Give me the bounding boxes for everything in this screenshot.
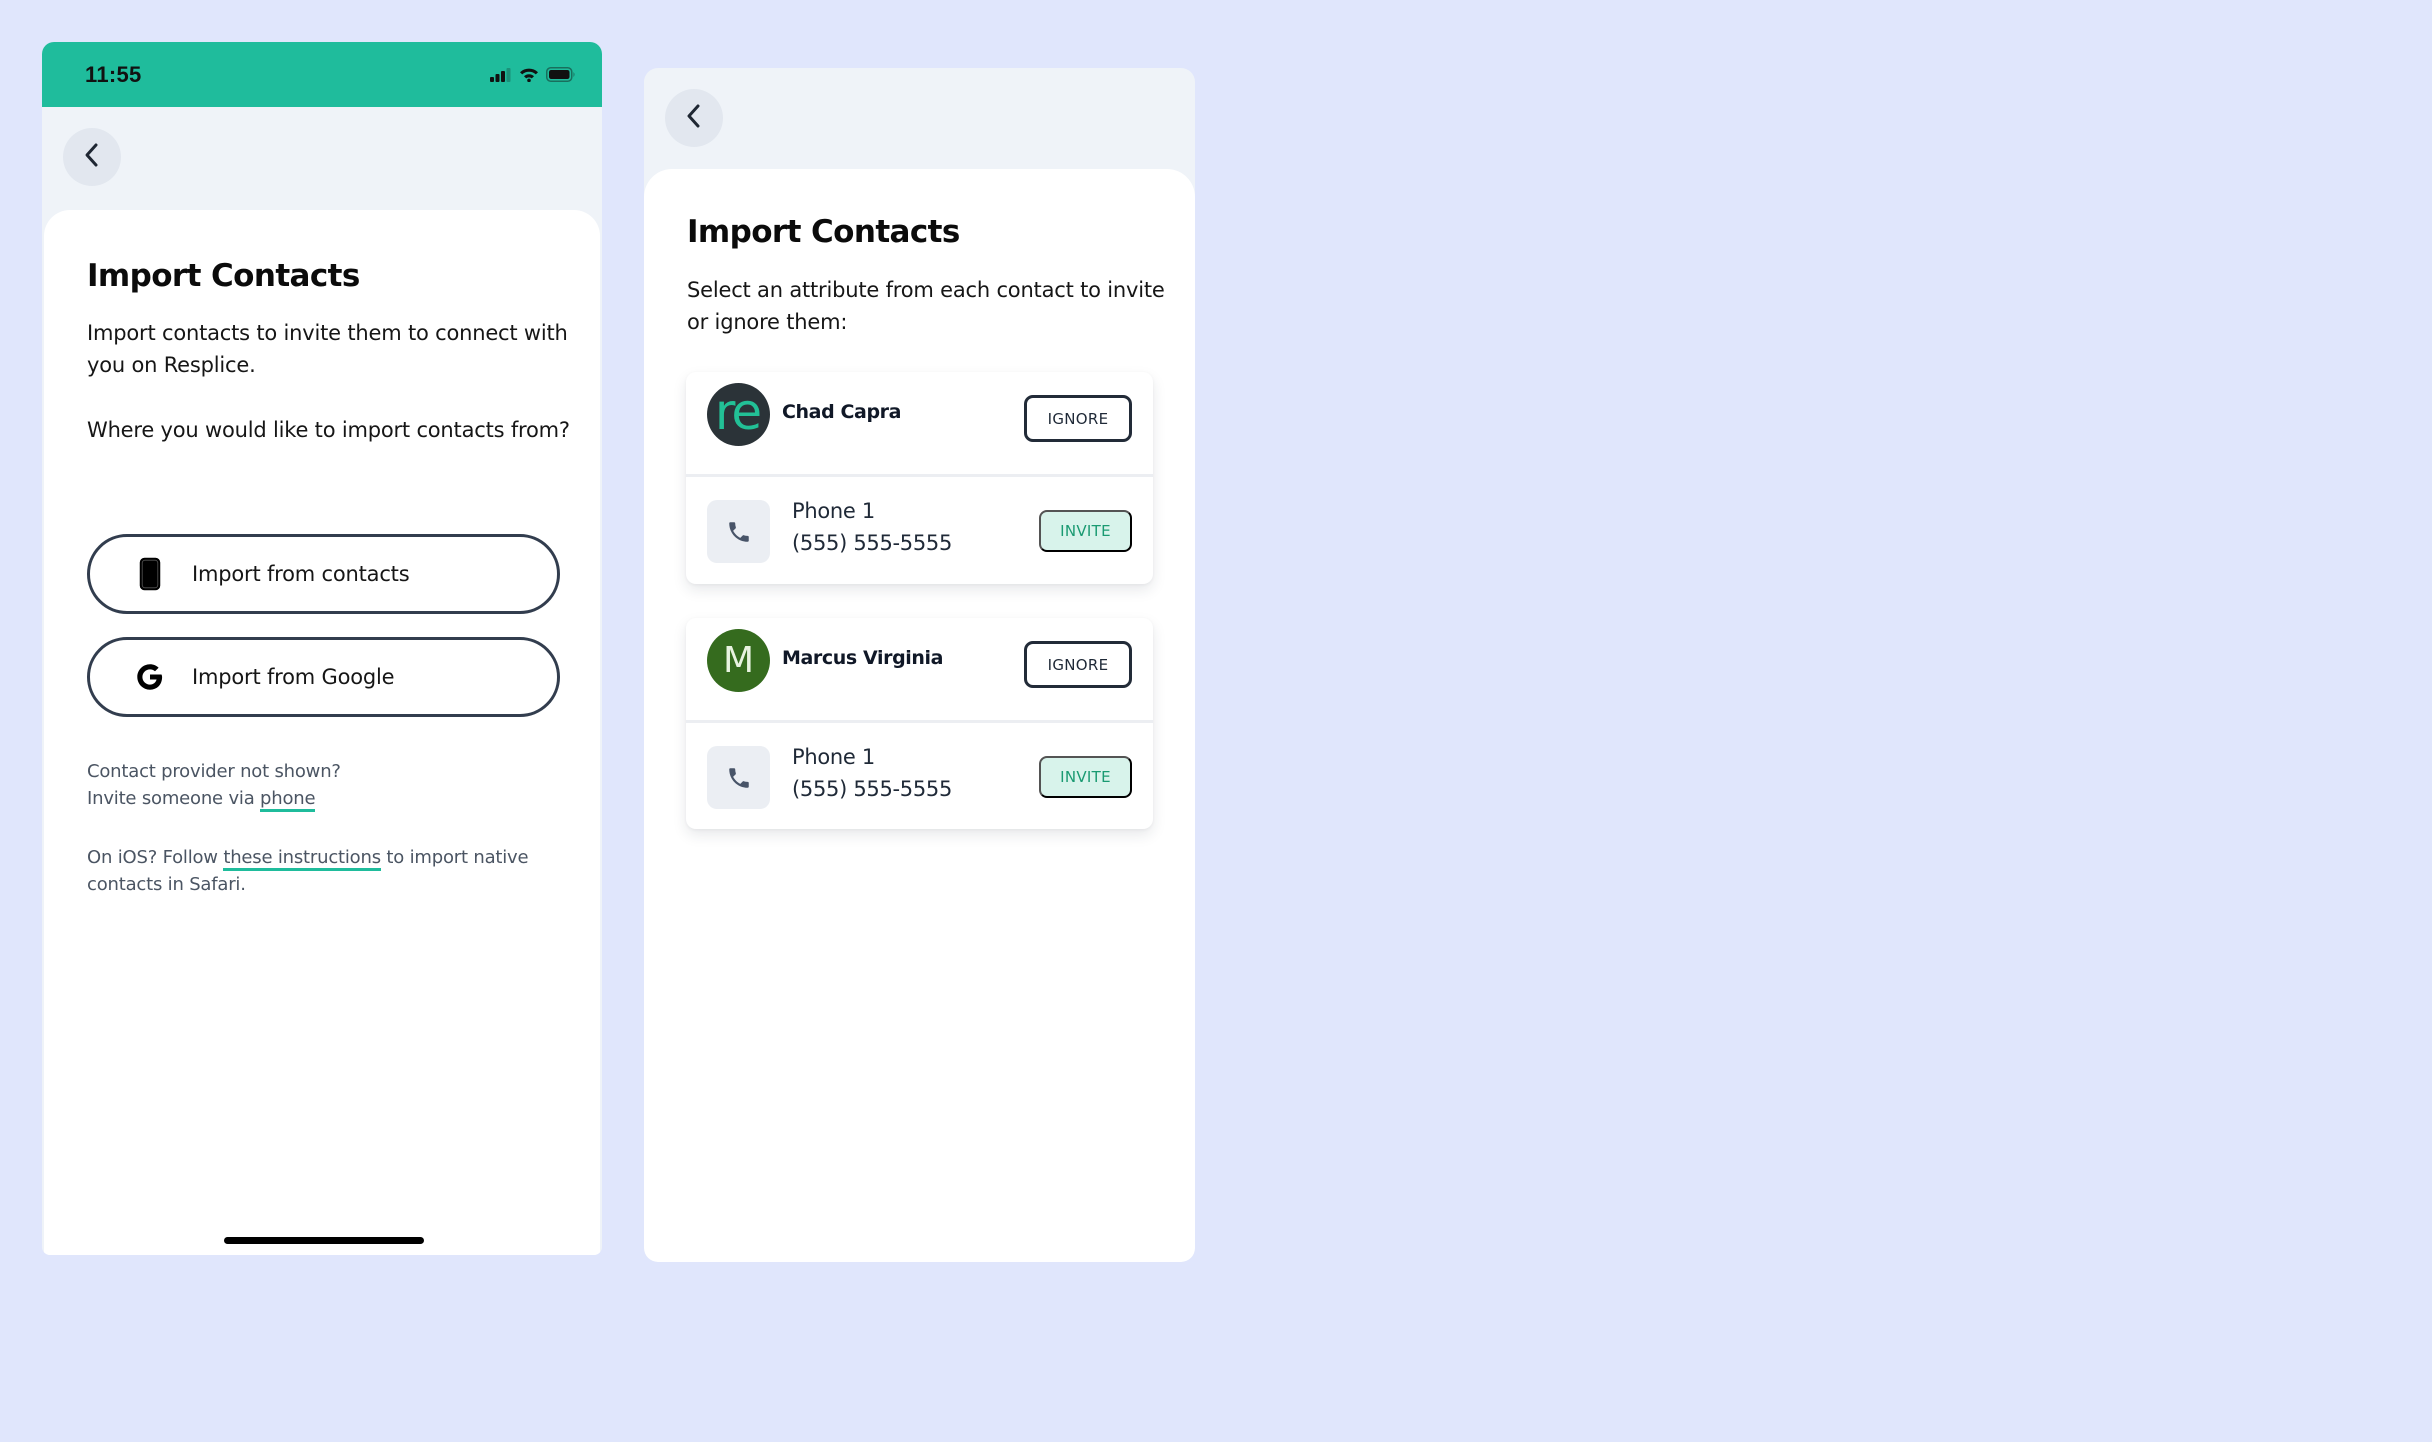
import-from-google-label: Import from Google	[192, 665, 395, 689]
select-attributes-screen: Import Contacts Select an attribute from…	[644, 68, 1195, 1262]
import-from-contacts-button[interactable]: Import from contacts	[87, 534, 560, 614]
attribute-label: Phone 1	[792, 499, 875, 523]
contact-header: M Marcus Virginia IGNORE	[686, 618, 1153, 723]
ignore-button[interactable]: IGNORE	[1024, 641, 1132, 688]
chevron-left-icon	[684, 103, 704, 133]
intro-text: Select an attribute from each contact to…	[687, 278, 1165, 334]
contact-card: M Marcus Virginia IGNORE Phone 1 (555) 5…	[686, 618, 1153, 829]
ios-instructions-link[interactable]: these instructions	[223, 847, 381, 871]
import-question: Where you would like to import contacts …	[87, 418, 570, 442]
smartphone-icon	[130, 557, 170, 591]
ignore-button[interactable]: IGNORE	[1024, 395, 1132, 442]
page-title: Import Contacts	[687, 214, 960, 250]
provider-note-line1: Contact provider not shown?	[87, 761, 341, 782]
attribute-value: (555) 555-5555	[792, 777, 953, 801]
import-source-screen: 11:55 Import Contacts Import contacts to…	[42, 42, 602, 1255]
home-indicator	[224, 1237, 424, 1244]
contact-name: Marcus Virginia	[782, 647, 944, 669]
status-icons	[490, 67, 576, 82]
attribute-value: (555) 555-5555	[792, 531, 953, 555]
avatar: re	[707, 383, 770, 446]
invite-button[interactable]: INVITE	[1039, 756, 1132, 798]
phone-icon	[707, 746, 770, 809]
provider-note-prefix: Invite someone via	[87, 788, 261, 809]
status-bar: 11:55	[42, 42, 602, 107]
battery-icon	[546, 67, 576, 82]
google-icon	[130, 662, 170, 692]
signal-icon	[490, 67, 512, 82]
import-from-google-button[interactable]: Import from Google	[87, 637, 560, 717]
avatar-text: M	[722, 639, 755, 681]
avatar-text: re	[714, 383, 762, 441]
page-title: Import Contacts	[87, 258, 360, 294]
contact-attribute-row[interactable]: Phone 1 (555) 555-5555 INVITE	[686, 477, 1153, 584]
contact-card: re Chad Capra IGNORE Phone 1 (555) 555-5…	[686, 372, 1153, 584]
status-time: 11:55	[85, 61, 142, 87]
attribute-label: Phone 1	[792, 745, 875, 769]
intro-text: Import contacts to invite them to connec…	[87, 321, 568, 377]
ios-note: On iOS? Follow these instructions to imp…	[87, 844, 587, 898]
chevron-left-icon	[82, 142, 102, 172]
import-from-contacts-label: Import from contacts	[192, 562, 410, 586]
avatar: M	[707, 629, 770, 692]
ios-note-prefix: On iOS? Follow	[87, 847, 224, 868]
invite-via-phone-link[interactable]: phone	[260, 788, 316, 812]
content-sheet: Import Contacts Select an attribute from…	[644, 169, 1195, 1262]
contact-name: Chad Capra	[782, 401, 902, 423]
invite-button[interactable]: INVITE	[1039, 510, 1132, 552]
contact-attribute-row[interactable]: Phone 1 (555) 555-5555 INVITE	[686, 723, 1153, 829]
wifi-icon	[519, 67, 539, 82]
content-sheet: Import Contacts Import contacts to invit…	[44, 210, 600, 1255]
contact-header: re Chad Capra IGNORE	[686, 372, 1153, 477]
back-button[interactable]	[665, 89, 723, 147]
provider-note: Contact provider not shown? Invite someo…	[87, 758, 587, 812]
back-button[interactable]	[63, 128, 121, 186]
phone-icon	[707, 500, 770, 563]
